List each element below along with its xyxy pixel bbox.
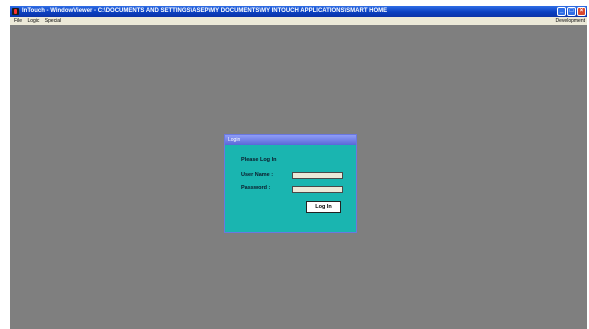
login-title: Login — [228, 137, 241, 143]
login-button[interactable]: Log In — [306, 201, 341, 213]
menu-item-development[interactable]: Development — [556, 17, 585, 25]
intouch-app-icon[interactable] — [12, 8, 19, 15]
username-label: User Name : — [241, 172, 274, 178]
menu-item-logic[interactable]: Logic — [27, 18, 39, 24]
maximize-icon[interactable]: □ — [567, 7, 576, 16]
window-title: InTouch - WindowViewer - C:\DOCUMENTS AN… — [22, 8, 388, 14]
username-field[interactable] — [292, 172, 343, 179]
close-icon[interactable]: × — [577, 7, 586, 16]
login-titlebar[interactable]: Login — [225, 135, 356, 145]
menu-bar: File Logic Special Development — [10, 17, 587, 25]
menu-item-special[interactable]: Special — [45, 18, 61, 24]
menu-item-file[interactable]: File — [14, 18, 22, 24]
password-field[interactable] — [292, 186, 343, 193]
minimize-icon[interactable]: _ — [557, 7, 566, 16]
password-label: Password : — [241, 185, 271, 191]
window-controls: _ □ × — [557, 7, 586, 16]
login-prompt: Please Log In — [241, 157, 277, 163]
login-window: Login Please Log In User Name : Password… — [224, 134, 357, 233]
window-titlebar[interactable]: InTouch - WindowViewer - C:\DOCUMENTS AN… — [10, 6, 587, 17]
